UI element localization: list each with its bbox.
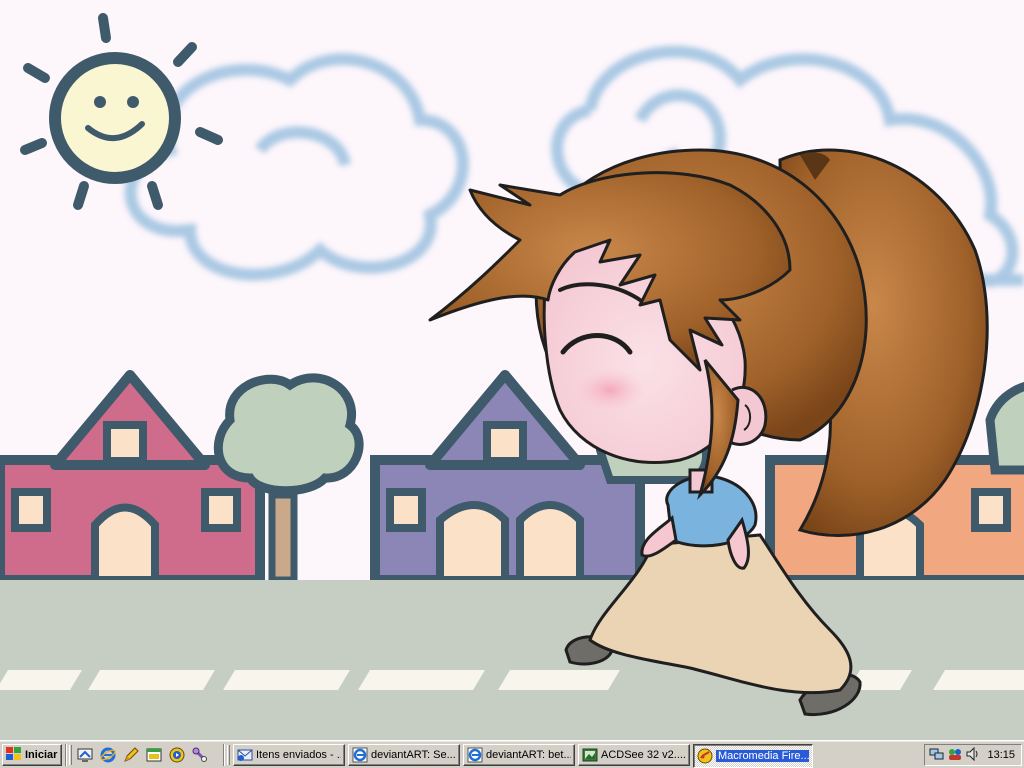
system-tray: 13:15 (924, 744, 1022, 766)
outlook-icon (237, 747, 253, 763)
fireworks-icon (697, 748, 713, 764)
start-button[interactable]: Iniciar (2, 744, 62, 766)
pencil-icon[interactable] (122, 746, 140, 764)
road (0, 580, 1024, 740)
quick-launch-toolbar (76, 746, 209, 764)
task-label: Macromedia Fire... (716, 750, 809, 762)
task-label: ACDSee 32 v2.... (601, 749, 686, 761)
task-label: Itens enviados - ... (256, 749, 341, 761)
wallpaper-illustration (0, 0, 1024, 740)
tools-icon[interactable] (191, 746, 209, 764)
desktop-wallpaper (0, 0, 1024, 740)
volume-icon[interactable] (965, 746, 981, 765)
messenger-icon[interactable] (947, 746, 963, 765)
internet-explorer-icon (352, 747, 368, 763)
taskbar: Iniciar Itens enviados - ... deviantART:… (0, 740, 1024, 768)
internet-explorer-icon (467, 747, 483, 763)
media-player-icon[interactable] (168, 746, 186, 764)
task-buttons: Itens enviados - ... deviantART: Se... d… (233, 744, 813, 768)
clock[interactable]: 13:15 (987, 749, 1015, 761)
start-label: Iniciar (25, 749, 58, 761)
taskbar-separator (223, 744, 225, 766)
task-button-fireworks[interactable]: Macromedia Fire... (693, 744, 813, 768)
quicklaunch-grip[interactable] (69, 745, 72, 765)
task-button-acdsee[interactable]: ACDSee 32 v2.... (578, 744, 690, 766)
road-markings (0, 670, 1024, 690)
internet-explorer-icon[interactable] (99, 746, 117, 764)
network-icon[interactable] (929, 746, 945, 765)
windows-logo-icon (6, 746, 22, 764)
desktop-icon[interactable] (76, 746, 94, 764)
task-button-outlook[interactable]: Itens enviados - ... (233, 744, 345, 766)
task-label: deviantART: bet... (486, 749, 571, 761)
acdsee-icon (582, 747, 598, 763)
tasks-grip[interactable] (227, 745, 230, 765)
task-label: deviantART: Se... (371, 749, 456, 761)
window-icon[interactable] (145, 746, 163, 764)
task-button-deviantart-1[interactable]: deviantART: Se... (348, 744, 460, 766)
task-button-deviantart-2[interactable]: deviantART: bet... (463, 744, 575, 766)
taskbar-separator (65, 744, 67, 766)
